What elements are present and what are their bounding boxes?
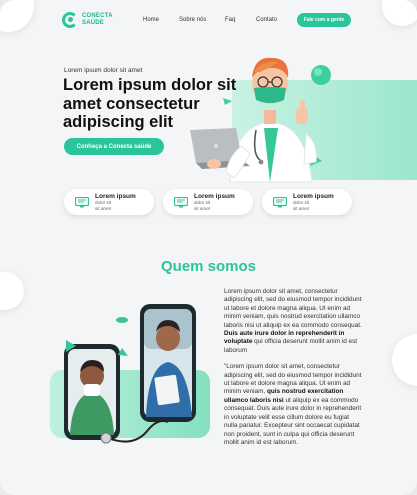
brand-logo[interactable]: CONECTA SAÚDE (62, 12, 118, 28)
decorative-circle (0, 272, 24, 310)
section-title: Quem somos (160, 258, 257, 275)
nav-item-contato[interactable]: Contato (256, 17, 277, 23)
about-paragraph: Lorem ipsum dolor sit amet, consectetur … (224, 288, 362, 354)
floating-sphere (311, 65, 331, 85)
feature-title: Lorem ipsum (293, 193, 334, 200)
feature-card[interactable]: Lorem ipsum dolor sit sit amet (163, 189, 253, 215)
floating-triangle (223, 98, 232, 105)
feature-card[interactable]: Lorem ipsum dolor sit sit amet (262, 189, 352, 215)
feature-subtitle: sit amet (194, 205, 211, 211)
feature-subtitle: sit amet (293, 205, 310, 211)
about-text: Lorem ipsum dolor sit amet, consectetur … (224, 288, 364, 455)
floating-pill (116, 317, 128, 323)
decorative-circle (392, 334, 417, 386)
hero-cta-button[interactable]: Conheça a Conecta saúde (64, 138, 164, 155)
about-paragraph: "Lorem ipsum dolor sit amet, consectetur… (224, 363, 362, 446)
brand-name: CONECTA SAÚDE (82, 13, 113, 26)
doctor-illustration (190, 57, 331, 183)
landing-page: CONECTA SAÚDE Home Sobre nós Faq Contato… (0, 0, 417, 495)
telemedicine-illustration (64, 304, 196, 444)
site-header: CONECTA SAÚDE Home Sobre nós Faq Contato… (0, 0, 417, 42)
feature-subtitle: sit amet (95, 205, 112, 211)
feature-title: Lorem ipsum (95, 193, 136, 200)
logo-icon (62, 12, 78, 28)
monitor-icon (75, 196, 89, 207)
monitor-icon (273, 196, 287, 207)
feature-title: Lorem ipsum (194, 193, 235, 200)
contact-cta-button[interactable]: Fale com a gente (297, 13, 351, 27)
hero-kicker: Lorem ipsum dolor sit amet (64, 67, 143, 74)
feature-card[interactable]: Lorem ipsum dolor sit sit amet (64, 189, 154, 215)
nav-item-sobre[interactable]: Sobre nós (179, 17, 206, 23)
nav-item-home[interactable]: Home (143, 17, 159, 23)
nav-item-faq[interactable]: Faq (225, 17, 235, 23)
monitor-icon (174, 196, 188, 207)
